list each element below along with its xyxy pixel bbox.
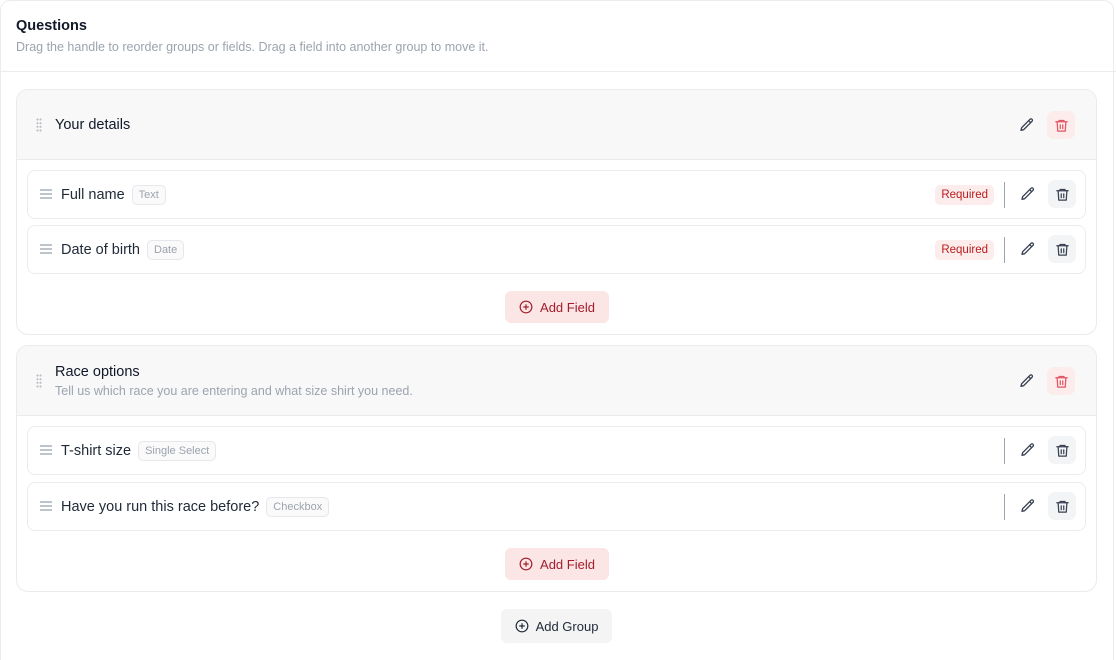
plus-circle-icon [519,557,533,571]
pencil-icon [1020,498,1036,514]
grip-dots-icon[interactable] [36,118,42,132]
add-group-label: Add Group [535,618,599,634]
group-titles: Race options Tell us which race you are … [55,363,413,399]
delete-field-button[interactable] [1048,492,1076,520]
field-type-badge: Text [131,184,166,205]
required-badge: Required [935,240,994,260]
field-type-badge: Date [147,239,185,260]
edit-field-button[interactable] [1014,492,1042,520]
trash-icon [1054,374,1069,389]
trash-icon [1055,187,1070,202]
field-divider [1004,494,1005,520]
field-label-wrap: Have you run this race before? Checkbox [61,483,330,530]
delete-field-button[interactable] [1048,180,1076,208]
panel-subtitle: Drag the handle to reorder groups or fie… [16,40,489,54]
delete-group-button[interactable] [1047,111,1075,139]
edit-field-button[interactable] [1014,436,1042,464]
pencil-icon [1019,117,1035,133]
header-divider [0,71,1116,72]
field-row: Have you run this race before? Checkbox [27,482,1086,531]
add-group-button[interactable]: Add Group [501,609,612,643]
field-label-wrap: Date of birth Date [61,226,185,273]
grip-dots-icon[interactable] [36,374,42,388]
group-race-options: Race options Tell us which race you are … [16,345,1097,592]
trash-icon [1055,242,1070,257]
trash-icon [1055,499,1070,514]
field-row: Date of birth Date Required [27,225,1086,274]
group-header: Race options Tell us which race you are … [17,346,1096,416]
delete-group-button[interactable] [1047,367,1075,395]
field-divider [1004,182,1005,208]
field-label-wrap: T-shirt size Single Select [61,427,217,474]
drag-lines-icon[interactable] [40,243,52,255]
group-description: Tell us which race you are entering and … [55,383,413,398]
required-badge: Required [935,185,994,205]
panel-header: Questions Drag the handle to reorder gro… [16,17,489,55]
group-header: Your details [17,90,1096,160]
drag-lines-icon[interactable] [40,500,52,512]
panel-title: Questions [16,18,87,34]
plus-circle-icon [519,300,533,314]
pencil-icon [1019,373,1035,389]
trash-icon [1055,443,1070,458]
pencil-icon [1020,442,1036,458]
field-divider [1004,237,1005,263]
field-label: Have you run this race before? [61,498,260,515]
trash-icon [1054,118,1069,133]
field-type-badge: Checkbox [266,496,330,517]
group-titles: Your details [55,116,130,134]
group-title: Your details [55,116,131,133]
edit-group-button[interactable] [1013,111,1041,139]
field-label: Date of birth [61,241,140,258]
field-row: T-shirt size Single Select [27,426,1086,475]
edit-field-button[interactable] [1014,180,1042,208]
drag-lines-icon[interactable] [40,444,52,456]
delete-field-button[interactable] [1048,235,1076,263]
add-field-button[interactable]: Add Field [505,291,609,323]
field-label: Full name [61,186,125,203]
group-title: Race options [55,363,140,380]
add-field-label: Add Field [540,299,595,315]
field-label: T-shirt size [61,442,132,459]
edit-group-button[interactable] [1013,367,1041,395]
field-divider [1004,438,1005,464]
field-row: Full name Text Required [27,170,1086,219]
delete-field-button[interactable] [1048,436,1076,464]
field-type-badge: Single Select [138,440,217,461]
pencil-icon [1020,186,1036,202]
add-field-label: Add Field [540,556,595,572]
field-label-wrap: Full name Text [61,171,166,218]
add-field-button[interactable]: Add Field [505,548,609,580]
plus-circle-icon [515,619,529,633]
drag-lines-icon[interactable] [40,188,52,200]
pencil-icon [1020,241,1036,257]
group-your-details: Your details Full name Text Required Dat… [16,89,1097,335]
edit-field-button[interactable] [1014,235,1042,263]
